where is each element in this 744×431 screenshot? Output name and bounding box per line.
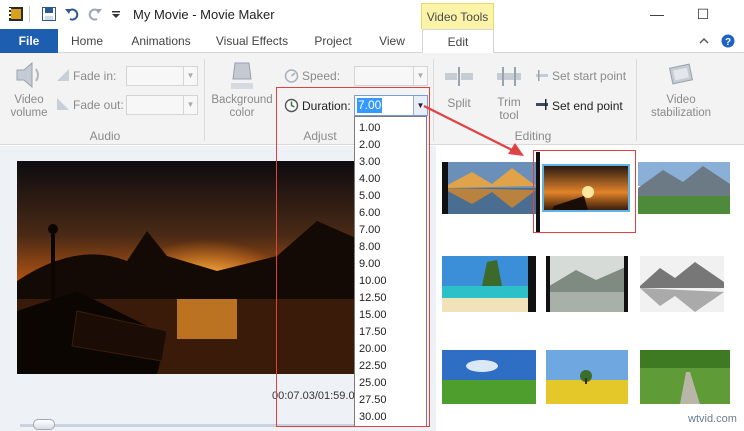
- svg-text:?: ?: [725, 37, 731, 48]
- clip-thumbnail[interactable]: [442, 350, 536, 404]
- minimize-icon[interactable]: —: [642, 4, 672, 24]
- fade-out-icon: [57, 98, 69, 110]
- background-color-button[interactable]: Background color: [210, 59, 274, 125]
- chevron-down-icon: ▼: [183, 67, 197, 85]
- video-stabilization-label: Video stabilization: [650, 94, 712, 119]
- group-divider: [204, 59, 205, 141]
- tab-view[interactable]: View: [370, 29, 414, 53]
- customize-qat-icon[interactable]: [108, 6, 124, 22]
- trim-icon: [497, 67, 521, 86]
- chevron-down-icon: ▼: [183, 96, 197, 114]
- speaker-icon: [16, 61, 39, 89]
- tab-animations[interactable]: Animations: [124, 29, 198, 53]
- clip-thumbnail[interactable]: [546, 256, 628, 312]
- seek-thumb[interactable]: [33, 419, 55, 430]
- ribbon-tab-row: File Home Animations Visual Effects Proj…: [0, 29, 744, 54]
- chevron-down-icon: ▼: [413, 67, 427, 85]
- fade-out-combo[interactable]: ▼: [126, 95, 198, 115]
- watermark: wtvid.com: [688, 413, 737, 425]
- qat-divider: [29, 6, 30, 22]
- maximize-icon[interactable]: ☐: [688, 4, 718, 24]
- title-bar: My Movie - Movie Maker Video Tools — ☐: [0, 0, 744, 29]
- speed-label: Speed:: [302, 69, 341, 83]
- fade-out-label: Fade out:: [73, 98, 124, 112]
- stabilization-icon: [668, 63, 694, 85]
- set-end-point-icon: [536, 99, 548, 110]
- fade-in-combo[interactable]: ▼: [126, 66, 198, 86]
- background-color-label: Background color: [211, 94, 273, 119]
- fade-in-label: Fade in:: [73, 69, 117, 83]
- video-volume-label: Video volume: [10, 94, 48, 119]
- video-tools-contextual-tab: Video Tools: [421, 3, 494, 29]
- annotation-highlight-box: [276, 87, 430, 427]
- help-icon[interactable]: ?: [721, 34, 735, 48]
- clip-thumbnail[interactable]: [638, 162, 730, 214]
- clip-thumbnail[interactable]: [442, 162, 536, 214]
- annotation-highlight-box: [533, 150, 636, 233]
- video-stabilization-button[interactable]: Video stabilization: [645, 59, 717, 125]
- video-volume-button[interactable]: Video volume: [10, 59, 48, 125]
- split-icon: [445, 67, 473, 86]
- speed-icon: [284, 69, 299, 83]
- tab-project[interactable]: Project: [306, 29, 360, 53]
- speed-combo[interactable]: ▼: [354, 66, 428, 86]
- tab-visual-effects[interactable]: Visual Effects: [209, 29, 295, 53]
- set-start-point-icon: [536, 70, 548, 81]
- audio-group-label: Audio: [89, 129, 121, 143]
- clip-thumbnail[interactable]: [640, 256, 724, 312]
- annotation-arrow-icon: [423, 105, 524, 156]
- set-end-point-label[interactable]: Set end point: [552, 99, 623, 113]
- group-divider: [636, 59, 637, 141]
- fade-in-icon: [57, 69, 69, 81]
- tab-home[interactable]: Home: [62, 29, 112, 53]
- clip-thumbnail[interactable]: [546, 350, 628, 404]
- redo-icon[interactable]: [87, 6, 103, 22]
- paint-bucket-icon: [231, 62, 253, 89]
- clip-thumbnail[interactable]: [442, 256, 536, 312]
- tab-edit[interactable]: Edit: [422, 29, 494, 54]
- tab-file[interactable]: File: [0, 29, 58, 53]
- set-start-point-label[interactable]: Set start point: [552, 69, 626, 83]
- undo-icon[interactable]: [64, 6, 80, 22]
- window-title: My Movie - Movie Maker: [133, 7, 275, 22]
- collapse-ribbon-icon[interactable]: [699, 37, 709, 45]
- movie-maker-app-icon: [9, 7, 23, 21]
- clip-thumbnail[interactable]: [640, 350, 730, 404]
- save-icon[interactable]: [41, 6, 57, 22]
